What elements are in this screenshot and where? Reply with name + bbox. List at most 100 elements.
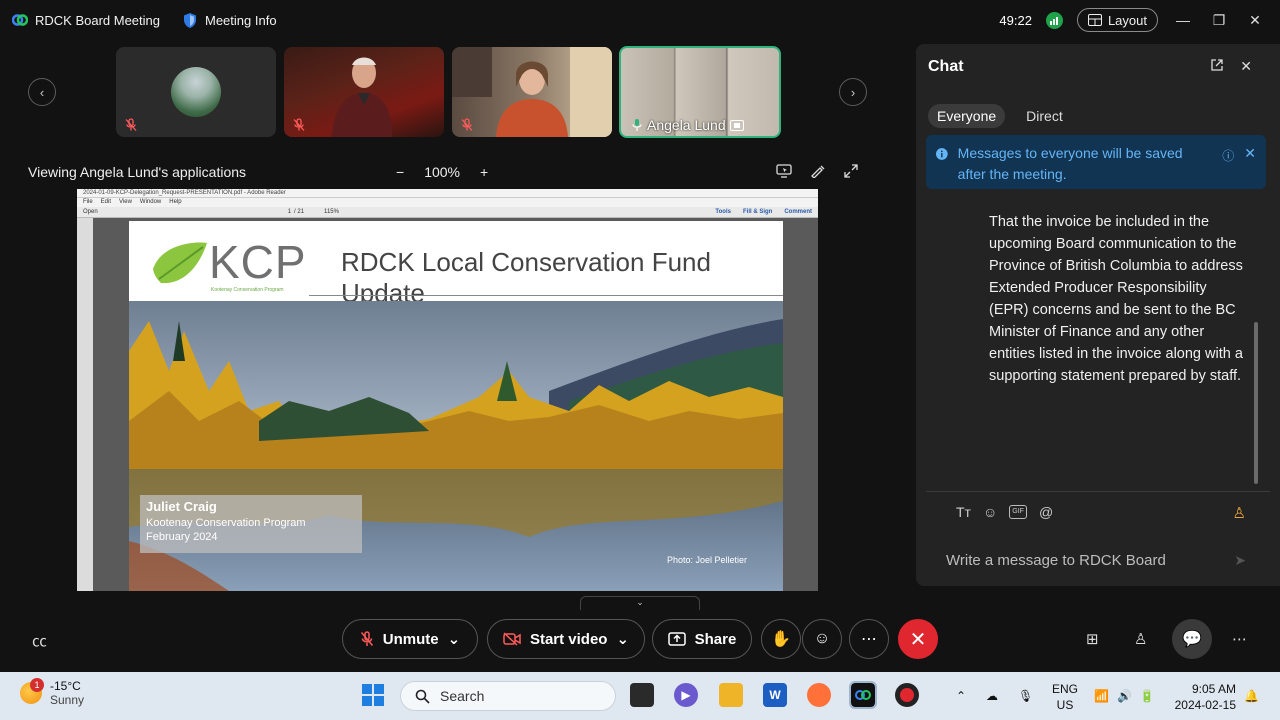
share-button[interactable]: Share [652, 619, 752, 659]
minimize-icon[interactable]: — [1172, 9, 1194, 31]
participants-icon[interactable]: ♙ [1134, 630, 1147, 648]
remote-control-icon[interactable] [776, 164, 792, 178]
firefox-icon[interactable] [807, 683, 831, 707]
share-icon [667, 632, 686, 646]
chat-notice-banner: Messages to everyone will be saved after… [926, 135, 1266, 189]
mention-icon[interactable]: @ [1039, 504, 1053, 520]
photo-credit: Photo: Joel Pelletier [667, 555, 748, 565]
webex-meeting-window: RDCK Board Meeting Meeting Info 49:22 La… [0, 0, 1280, 672]
pdf-tools[interactable]: Tools [715, 209, 731, 215]
gif-icon[interactable]: GIF [1009, 505, 1027, 519]
shared-screen[interactable]: 2024-01-09-KCP-Delegation_Request-PRESEN… [77, 189, 818, 591]
pdf-comment[interactable]: Comment [784, 209, 812, 215]
unmute-button[interactable]: Unmute ⌄ [342, 619, 478, 659]
region-code: US [1056, 698, 1074, 712]
webex-taskbar-icon[interactable] [849, 681, 877, 709]
pdf-menu-window[interactable]: Window [140, 198, 161, 207]
reactions-button[interactable]: ☺ [802, 619, 842, 659]
pdf-zoom[interactable]: 115% [324, 209, 339, 215]
layout-button[interactable]: Layout [1076, 8, 1158, 32]
participants-prev-button[interactable]: ‹ [28, 78, 56, 106]
system-tray[interactable]: 📶 🔊 🔋 [1094, 672, 1155, 720]
presenter-org: Kootenay Conservation Program [146, 517, 306, 529]
pdf-page-current[interactable]: 1 [288, 209, 291, 215]
share-tools [776, 164, 858, 178]
record-icon[interactable] [895, 683, 919, 707]
notification-bell-icon[interactable]: 🔔 [1244, 672, 1259, 720]
pdf-menu-view[interactable]: View [119, 198, 132, 207]
meeting-info-label: Meeting Info [205, 12, 277, 28]
leave-meeting-button[interactable]: ✕ [898, 619, 938, 659]
expand-icon[interactable] [844, 164, 858, 178]
dismiss-notice-icon[interactable]: ✕ [1244, 145, 1256, 162]
wifi-icon: 📶 [1094, 689, 1109, 703]
recipient-icon[interactable]: ♙ [1233, 504, 1246, 522]
chat-scrollbar[interactable] [1254, 322, 1258, 484]
start-video-button[interactable]: Start video ⌄ [487, 619, 645, 659]
chevron-right-icon: › [850, 84, 856, 100]
close-window-icon[interactable]: ✕ [1244, 9, 1266, 31]
mic-muted-tray-icon[interactable]: 🎙 [1018, 672, 1033, 720]
language-indicator[interactable]: ENG US [1052, 681, 1078, 713]
pdf-fill-sign[interactable]: Fill & Sign [743, 209, 772, 215]
show-hidden-icons[interactable]: ⌃ [956, 672, 966, 720]
more-options-button[interactable]: ⋯ [849, 619, 889, 659]
task-view-icon[interactable] [630, 683, 654, 707]
participant-tile-active-speaker[interactable]: Angela Lund [619, 46, 781, 138]
pdf-menu-file[interactable]: File [83, 198, 93, 207]
sun-icon: 1 [20, 678, 44, 704]
shield-icon [184, 12, 196, 28]
participant-tile[interactable] [452, 47, 612, 137]
participant-tile[interactable] [284, 47, 444, 137]
help-icon[interactable]: ⓘ [1222, 147, 1234, 164]
tab-direct[interactable]: Direct [1017, 104, 1072, 128]
file-explorer-icon[interactable] [719, 683, 743, 707]
windows-start-icon[interactable] [362, 684, 384, 706]
send-icon[interactable]: ➤ [1234, 552, 1246, 569]
chat-message: That the invoice be included in the upco… [989, 214, 1243, 384]
info-icon [936, 148, 948, 160]
chat-button[interactable]: 💬 [1172, 619, 1212, 659]
participants-next-button[interactable]: › [839, 78, 867, 106]
collapse-controls-button[interactable]: ⌄ [580, 596, 700, 610]
slide-title: RDCK Local Conservation Fund Update [341, 247, 711, 308]
emoji-icon[interactable]: ☺ [983, 504, 997, 520]
pdf-open-button[interactable]: Open [83, 209, 98, 215]
chevron-down-icon: ⌄ [636, 597, 644, 607]
participant-video [452, 47, 612, 137]
zoom-out-button[interactable]: − [396, 164, 404, 180]
weather-widget[interactable]: 1 -15°C Sunny [20, 678, 84, 707]
meeting-info-button[interactable]: Meeting Info [182, 12, 277, 29]
app-title[interactable]: RDCK Board Meeting [12, 12, 160, 28]
taskbar-search[interactable]: Search [400, 681, 616, 711]
slide-divider [309, 295, 783, 296]
taskbar-clock[interactable]: 9:05 AM 2024-02-15 [1175, 681, 1236, 713]
chevron-down-icon[interactable]: ⌄ [448, 630, 461, 648]
chat-message-input[interactable]: Write a message to RDCK Board [946, 552, 1166, 569]
pdf-menu-edit[interactable]: Edit [101, 198, 111, 207]
zoom-in-button[interactable]: + [480, 164, 488, 180]
chat-tabs: Everyone Direct [928, 104, 1072, 128]
participant-tile[interactable] [116, 47, 276, 137]
cloud-icon[interactable]: ☁ [986, 672, 998, 720]
closed-captions-icon[interactable]: ㏄ [32, 630, 47, 651]
tab-everyone[interactable]: Everyone [928, 104, 1006, 128]
text-format-icon[interactable]: Tт [956, 504, 971, 520]
presenter-name: Juliet Craig [146, 499, 217, 514]
chevron-down-icon[interactable]: ⌄ [616, 630, 629, 648]
raise-hand-button[interactable]: ✋ [761, 619, 801, 659]
temperature: -15°C [50, 679, 81, 693]
close-chat-icon[interactable]: ✕ [1240, 58, 1252, 75]
network-signal-icon[interactable] [1045, 11, 1063, 29]
mic-on-icon [632, 119, 642, 131]
more-panels-icon[interactable]: ⋯ [1232, 630, 1247, 648]
pop-out-icon[interactable] [1210, 58, 1224, 72]
zoom-level[interactable]: 100% [424, 164, 460, 180]
restore-icon[interactable]: ❐ [1208, 9, 1230, 31]
search-icon [415, 689, 430, 704]
teams-icon[interactable]: ▶ [674, 683, 698, 707]
apps-icon[interactable]: ⊞ [1086, 630, 1099, 648]
word-icon[interactable]: W [763, 683, 787, 707]
pdf-menu-help[interactable]: Help [169, 198, 181, 207]
annotate-icon[interactable] [810, 164, 826, 178]
